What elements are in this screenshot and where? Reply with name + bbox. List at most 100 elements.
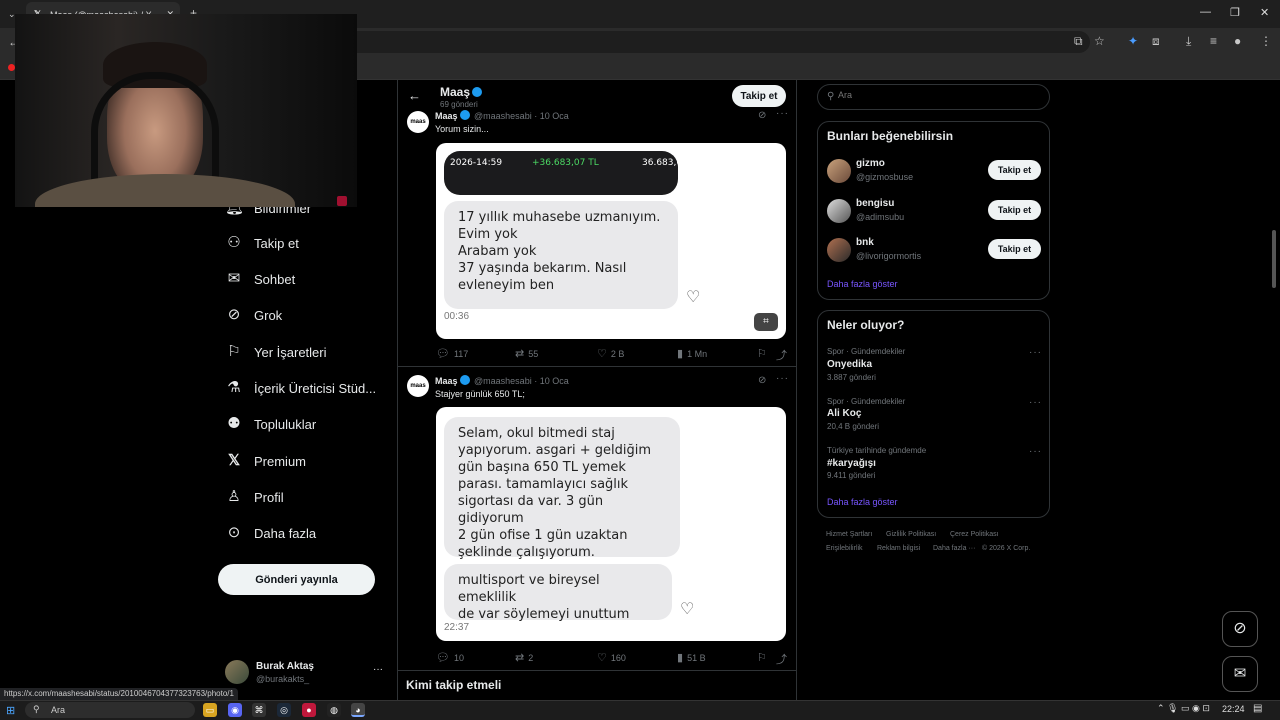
profile-avatar-icon[interactable]: ● — [1234, 34, 1241, 48]
nav-item-creator-studio[interactable]: ⚗ İçerik Üreticisi Stüd... — [225, 375, 376, 401]
download-icon[interactable]: ⤓ — [1186, 34, 1191, 48]
nav-item-bookmarks[interactable]: ⚐ Yer İşaretleri — [225, 339, 326, 365]
profile-header: ← Maaş 69 gönderi Takip et — [398, 80, 796, 112]
grok-small-icon[interactable]: ⊘ — [758, 375, 767, 386]
app-icon[interactable]: ⌘ — [252, 703, 266, 717]
browser-menu-icon[interactable]: ⋮ — [1260, 34, 1272, 48]
explorer-icon[interactable]: ▭ — [203, 703, 217, 717]
tray-icons[interactable]: ⌃ 🎙︎ ▭ ◉ ⊡ — [1157, 703, 1210, 714]
messages-float-button[interactable]: ✉ — [1222, 656, 1258, 692]
grok-float-button[interactable]: ⊘ — [1222, 611, 1258, 647]
trend-name[interactable]: #karyağışı — [827, 458, 876, 469]
footer-link[interactable]: Daha fazla ··· — [933, 545, 975, 552]
reply-action[interactable]: 💬︎ 117 — [436, 347, 468, 360]
search-input[interactable] — [838, 90, 1038, 100]
nav-item-premium[interactable]: 𝕏 Premium — [225, 448, 306, 474]
account-switcher[interactable]: Burak Aktaş @burakakts_ ··· — [225, 660, 385, 688]
tweet-author[interactable]: Maaş — [435, 376, 458, 386]
message-line: sigortası da var. 3 gün gidiyorum — [458, 494, 604, 526]
start-icon[interactable]: ⊞ — [6, 704, 15, 717]
post-button[interactable]: Gönderi yayınla — [218, 564, 375, 595]
grok-small-icon[interactable]: ⊘ — [758, 110, 767, 121]
reply-action[interactable]: 💬︎ 10 — [436, 651, 464, 664]
follow-button[interactable]: Takip et — [988, 160, 1041, 180]
follow-button[interactable]: Takip et — [732, 85, 786, 107]
taskbar-search[interactable]: ⚲ Ara — [25, 702, 195, 718]
nav-item-follow[interactable]: ⚇ Takip et — [225, 230, 299, 256]
back-arrow-icon[interactable]: ← — [408, 88, 421, 103]
tweet-date[interactable]: · 10 Oca — [534, 111, 569, 121]
follow-button[interactable]: Takip et — [988, 200, 1041, 220]
share-action[interactable]: ⤴ — [776, 347, 791, 363]
user-name: bengisu — [856, 198, 895, 209]
share-action[interactable]: ⤴ — [776, 651, 791, 667]
repost-action[interactable]: ⇄ 2 — [515, 651, 533, 664]
footer-link[interactable]: Gizlilik Politikası — [886, 531, 936, 538]
discord-icon[interactable]: ◉ — [228, 703, 242, 717]
footer-link[interactable]: Erişilebilirlik — [826, 545, 863, 552]
tweet-handle[interactable]: @maashesabi — [474, 376, 532, 386]
user-avatar — [827, 238, 851, 262]
suggestion-user[interactable]: bengisu @adimsubu Takip et — [827, 198, 1042, 226]
puzzle-icon[interactable]: ⧈ — [1152, 34, 1160, 48]
chrome-icon[interactable]: ◕ — [351, 703, 365, 717]
heart-plus-icon: ♡ — [686, 289, 701, 306]
tweet-author[interactable]: Maaş — [435, 111, 458, 121]
show-more-link[interactable]: Daha fazla göster — [827, 497, 898, 507]
follow-button[interactable]: Takip et — [988, 239, 1041, 259]
footer-link[interactable]: Reklam bilgisi — [877, 545, 920, 552]
restore-icon[interactable]: ❐ — [1230, 6, 1240, 19]
nav-item-grok[interactable]: ⊘ Grok — [225, 302, 282, 328]
trend-name[interactable]: Onyedika — [827, 359, 872, 370]
tweet-image[interactable]: Selam, okul bitmedi staj yapıyorum. asga… — [436, 407, 786, 641]
media-app-icon[interactable]: ● — [302, 703, 316, 717]
trend-more-icon[interactable]: ··· — [1029, 347, 1042, 358]
extension-dot-icon[interactable]: ✦ — [1128, 34, 1138, 48]
like-action[interactable]: ♡ 2 B — [597, 347, 624, 360]
obs-icon[interactable]: ◍ — [327, 703, 341, 717]
show-more-link[interactable]: Daha fazla göster — [827, 279, 898, 289]
close-window-icon[interactable]: ✕ — [1260, 6, 1269, 19]
footer-link[interactable]: Hizmet Şartları — [826, 531, 872, 538]
suggestion-user[interactable]: bnk @livorigormortis Takip et — [827, 237, 1042, 265]
minimize-icon[interactable]: — — [1200, 6, 1211, 18]
repost-action[interactable]: ⇄ 55 — [515, 347, 538, 360]
trend-meta: Türkiye tarihinde gündemde — [827, 446, 927, 455]
tweet-image[interactable]: 2026-14:59 +36.683,07 TL 36.683,0 17 yıl… — [436, 143, 786, 339]
account-more-icon[interactable]: ··· — [373, 664, 383, 675]
trend-meta: Spor · Gündemdekiler — [827, 347, 906, 356]
tweet-avatar[interactable]: maas — [407, 111, 429, 133]
install-icon[interactable]: ⧉ — [1074, 34, 1083, 48]
like-action[interactable]: ♡ 160 — [597, 651, 626, 664]
nav-item-profile[interactable]: ♙ Profil — [225, 484, 283, 510]
tweet-date[interactable]: · 10 Oca — [534, 376, 569, 386]
tweet-handle[interactable]: @maashesabi — [474, 111, 532, 121]
bookmark-red-dot-icon[interactable] — [8, 64, 15, 71]
tweet-avatar[interactable]: maas — [407, 375, 429, 397]
notification-icon[interactable]: ▤ — [1253, 703, 1262, 714]
media-icon[interactable]: ≡ — [1210, 34, 1217, 48]
page-scrollbar[interactable] — [1272, 230, 1276, 288]
image-tool-icon[interactable]: ⌗ — [754, 313, 778, 331]
views-action[interactable]: ▮ 51 B — [677, 651, 706, 664]
tweet-text: Yorum sizin... — [435, 124, 489, 134]
footer-link[interactable]: Çerez Politikası — [950, 531, 999, 538]
nav-item-communities[interactable]: ⚉ Topluluklar — [225, 411, 316, 437]
nav-item-more[interactable]: ⊙ Daha fazla — [225, 520, 316, 546]
search-box[interactable]: ⚲ — [817, 84, 1050, 110]
trend-name[interactable]: Ali Koç — [827, 408, 861, 419]
star-icon[interactable]: ☆ — [1094, 34, 1105, 48]
trend-more-icon[interactable]: ··· — [1029, 397, 1042, 408]
account-handle: @burakakts_ — [256, 674, 310, 684]
bookmark-action[interactable]: ⚐ — [757, 347, 771, 360]
views-action[interactable]: ▮ 1 Mn — [677, 347, 707, 360]
trend-more-icon[interactable]: ··· — [1029, 446, 1042, 457]
steam-icon[interactable]: ◎ — [277, 703, 291, 717]
suggestion-user[interactable]: gizmo @gizmosbuse Takip et — [827, 158, 1042, 186]
tweet-more-icon[interactable]: ··· — [776, 108, 789, 119]
profile-name: Maaş — [440, 85, 484, 99]
taskbar-clock[interactable]: 22:24 — [1222, 704, 1245, 714]
nav-item-chat[interactable]: ✉ Sohbet — [225, 266, 296, 292]
bookmark-action[interactable]: ⚐ — [757, 651, 771, 664]
tweet-more-icon[interactable]: ··· — [776, 373, 789, 384]
